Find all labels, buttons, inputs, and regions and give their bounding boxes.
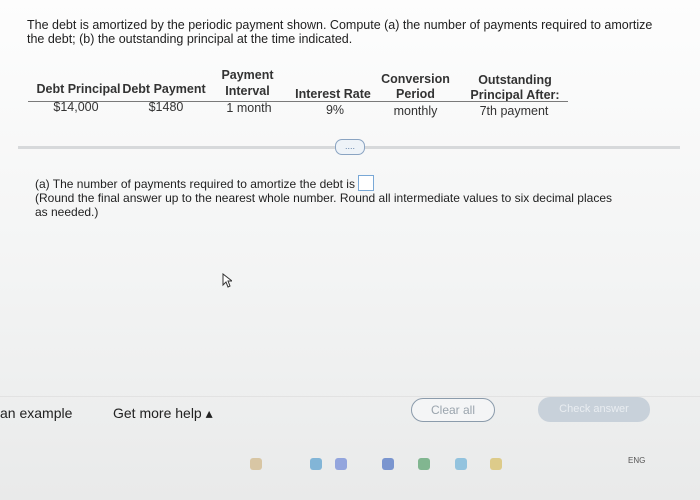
view-example-link[interactable]: an example: [0, 405, 72, 421]
question-part-a: (a) The number of payments required to a…: [35, 175, 635, 219]
rounding-instruction-2: as needed.): [35, 205, 99, 219]
question-text-line: (a) The number of payments required to a…: [35, 175, 635, 191]
header-debt-payment: Debt Payment: [122, 82, 206, 96]
value-outstanding-after: 7th payment: [479, 104, 549, 118]
taskbar-icon[interactable]: [490, 458, 502, 470]
header-conversion-2: Period: [396, 87, 435, 101]
taskbar-icon[interactable]: [455, 458, 467, 470]
header-debt-principal: Debt Principal: [36, 82, 121, 96]
mouse-cursor-icon: [222, 273, 232, 288]
taskbar-icon[interactable]: [418, 458, 430, 470]
rounding-instruction-1: (Round the final answer up to the neares…: [35, 191, 612, 205]
language-indicator[interactable]: ENG: [628, 456, 645, 465]
header-outstanding-2: Principal After:: [470, 88, 560, 102]
prompt-line-1: The debt is amortized by the periodic pa…: [27, 18, 653, 32]
value-payment-interval: 1 month: [226, 101, 272, 115]
value-conversion-period: monthly: [393, 104, 438, 118]
taskbar-icon[interactable]: [382, 458, 394, 470]
get-more-help-label: Get more help: [113, 405, 202, 421]
check-answer-button[interactable]: Check answer: [538, 397, 650, 422]
header-outstanding-1: Outstanding: [478, 73, 552, 87]
answer-input-a[interactable]: [358, 175, 375, 191]
question-part-a-text: (a) The number of payments required to a…: [35, 177, 355, 191]
screen: The debt is amortized by the periodic pa…: [0, 0, 700, 500]
clear-all-button[interactable]: Clear all: [411, 398, 495, 422]
value-debt-payment: $1480: [148, 100, 184, 114]
header-interest-rate: Interest Rate: [295, 87, 371, 101]
header-payment-interval-1: Payment: [221, 68, 274, 82]
taskbar-icon[interactable]: [335, 458, 347, 470]
chevron-up-icon: ▴: [205, 405, 213, 421]
get-more-help-link[interactable]: Get more help ▴: [113, 405, 213, 422]
expand-more-button[interactable]: ....: [335, 139, 365, 155]
header-payment-interval-2: Interval: [225, 84, 270, 98]
header-conversion-1: Conversion: [381, 72, 450, 86]
value-interest-rate: 9%: [325, 103, 345, 117]
value-debt-principal: $14,000: [53, 100, 99, 114]
taskbar-icon[interactable]: [250, 458, 262, 470]
problem-statement: The debt is amortized by the periodic pa…: [27, 18, 677, 46]
taskbar-icon[interactable]: [310, 458, 322, 470]
prompt-line-2: the debt; (b) the outstanding principal …: [27, 32, 353, 46]
